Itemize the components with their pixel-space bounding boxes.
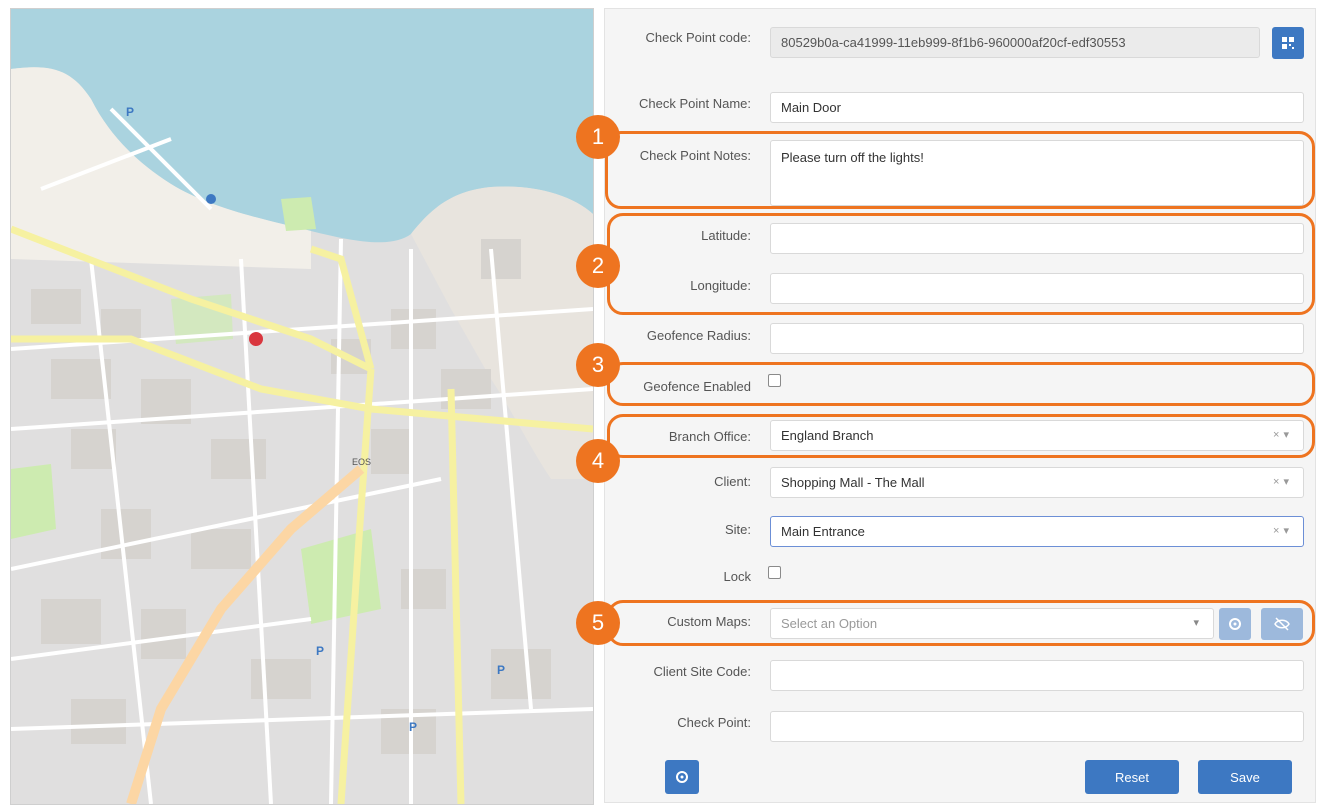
site-select[interactable]: Main Entrance ×▾ — [770, 516, 1304, 547]
annotation-ring-5 — [607, 600, 1315, 646]
geofence-radius-input[interactable] — [770, 323, 1304, 354]
crosshair-button[interactable] — [665, 760, 699, 794]
map-parking-3: P — [409, 720, 417, 734]
geofence-radius-label: Geofence Radius: — [646, 328, 751, 343]
save-button[interactable]: Save — [1198, 760, 1292, 794]
map-canvas[interactable]: EOS P P P P — [11, 9, 593, 804]
clear-icon[interactable]: × — [1273, 525, 1283, 537]
clear-icon[interactable]: × — [1273, 476, 1283, 488]
annotation-ring-1 — [605, 131, 1315, 209]
checkpoint-name-input[interactable]: Main Door — [770, 92, 1304, 123]
client-controls[interactable]: ×▾ — [1273, 468, 1293, 497]
map-parking-2: P — [316, 644, 324, 658]
chevron-down-icon[interactable]: ▾ — [1283, 525, 1293, 537]
lock-label: Lock — [723, 569, 751, 584]
annotation-badge-5: 5 — [576, 601, 620, 645]
generate-code-button[interactable] — [1272, 27, 1304, 59]
chevron-down-icon[interactable]: ▾ — [1283, 476, 1293, 488]
check-point-input[interactable] — [770, 711, 1304, 742]
reset-button[interactable]: Reset — [1085, 760, 1179, 794]
site-controls[interactable]: ×▾ — [1273, 517, 1293, 546]
client-site-code-input[interactable] — [770, 660, 1304, 691]
annotation-badge-4: 4 — [576, 439, 620, 483]
checkpoint-code-field: 80529b0a-ca41999-11eb999-8f1b6-960000af2… — [770, 27, 1260, 58]
site-value: Main Entrance — [781, 524, 865, 539]
annotation-badge-3: 3 — [576, 343, 620, 387]
client-site-code-label: Client Site Code: — [653, 664, 751, 679]
client-label: Client: — [714, 474, 751, 489]
map-parking-4: P — [497, 663, 505, 677]
annotation-ring-3 — [607, 362, 1315, 406]
qr-grid-icon — [1282, 37, 1294, 49]
site-label: Site: — [724, 522, 751, 537]
annotation-badge-1: 1 — [576, 115, 620, 159]
lock-checkbox[interactable] — [768, 566, 781, 579]
annotation-ring-2 — [607, 213, 1315, 315]
annotation-ring-4 — [607, 414, 1315, 458]
map-parking-1: P — [126, 105, 134, 119]
client-select[interactable]: Shopping Mall - The Mall ×▾ — [770, 467, 1304, 498]
checkpoint-code-label: Check Point code: — [645, 30, 751, 45]
check-point-label: Check Point: — [677, 715, 751, 730]
client-value: Shopping Mall - The Mall — [781, 475, 925, 490]
map-label-eos: EOS — [352, 457, 371, 467]
map-view[interactable]: EOS P P P P — [10, 8, 594, 805]
annotation-badge-2: 2 — [576, 244, 620, 288]
crosshair-icon — [676, 771, 688, 783]
checkpoint-name-label: Check Point Name: — [639, 96, 751, 111]
